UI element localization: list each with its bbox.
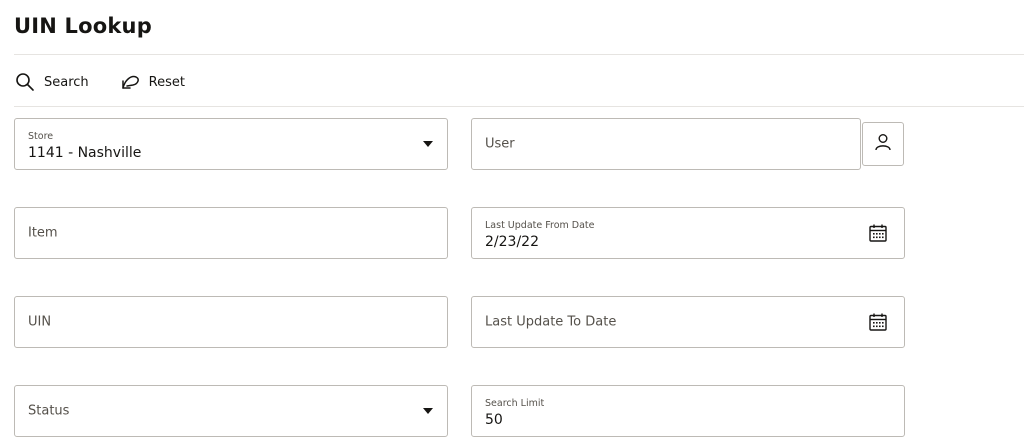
uin-field[interactable]: UIN bbox=[14, 296, 448, 348]
calendar-icon[interactable] bbox=[868, 223, 888, 243]
store-select[interactable]: Store 1141 - Nashville bbox=[14, 118, 448, 170]
user-lookup-button[interactable] bbox=[862, 122, 904, 166]
chevron-down-icon[interactable] bbox=[423, 141, 433, 147]
store-label: Store bbox=[28, 131, 54, 142]
last-update-from-date-field[interactable]: Last Update From Date 2/23/22 bbox=[471, 207, 905, 259]
search-icon bbox=[14, 71, 36, 93]
chevron-down-icon[interactable] bbox=[423, 408, 433, 414]
search-limit-label: Search Limit bbox=[485, 398, 545, 409]
search-label: Search bbox=[44, 74, 89, 90]
status-select[interactable]: Status bbox=[14, 385, 448, 437]
person-icon bbox=[873, 132, 893, 157]
undo-icon bbox=[119, 71, 141, 93]
user-field[interactable]: User bbox=[471, 118, 861, 170]
last-update-from-value: 2/23/22 bbox=[485, 234, 539, 250]
toolbar: Search Reset bbox=[14, 68, 215, 96]
search-limit-field[interactable]: Search Limit 50 bbox=[471, 385, 905, 437]
page-title: UIN Lookup bbox=[14, 14, 152, 38]
status-placeholder: Status bbox=[28, 403, 70, 419]
title-divider bbox=[14, 54, 1024, 55]
calendar-icon[interactable] bbox=[868, 312, 888, 332]
search-button[interactable]: Search bbox=[14, 71, 89, 93]
last-update-to-placeholder: Last Update To Date bbox=[485, 314, 617, 330]
last-update-to-date-field[interactable]: Last Update To Date bbox=[471, 296, 905, 348]
search-limit-value: 50 bbox=[485, 412, 503, 428]
last-update-from-label: Last Update From Date bbox=[485, 220, 595, 231]
toolbar-divider bbox=[14, 106, 1024, 107]
user-placeholder: User bbox=[485, 136, 515, 152]
item-field[interactable]: Item bbox=[14, 207, 448, 259]
store-value: 1141 - Nashville bbox=[28, 145, 142, 161]
reset-button[interactable]: Reset bbox=[119, 71, 185, 93]
item-placeholder: Item bbox=[28, 225, 58, 241]
uin-placeholder: UIN bbox=[28, 314, 52, 330]
reset-label: Reset bbox=[148, 74, 185, 90]
